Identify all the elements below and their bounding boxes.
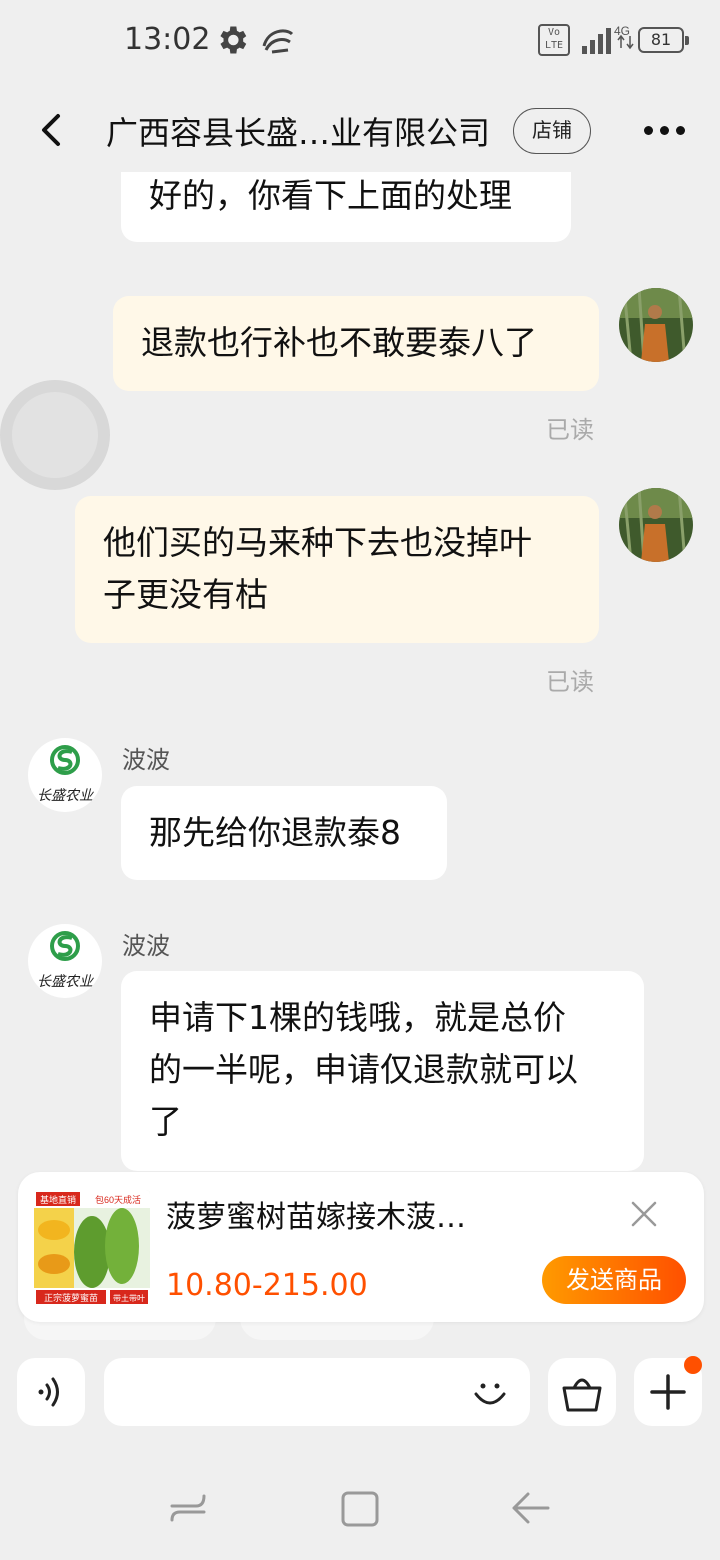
volte-icon: Vo LTE: [538, 24, 570, 56]
shop-logo-icon: 长盛农业: [37, 931, 94, 990]
thumb-tag: 包60天成活: [95, 1194, 141, 1205]
voice-icon: [38, 1377, 59, 1407]
message-line: 子更没有枯: [103, 575, 268, 614]
send-product-button[interactable]: 发送商品: [542, 1256, 686, 1304]
more-icon[interactable]: [640, 116, 690, 144]
network-type: 4G: [614, 24, 630, 38]
emoji-icon[interactable]: [470, 1372, 510, 1412]
message-line: 他们买的马来种下去也没掉叶: [103, 523, 532, 562]
gear-icon: [220, 26, 247, 54]
status-time: 13:02: [124, 22, 211, 57]
message-bubble[interactable]: 好的，你看下上面的处理: [121, 172, 571, 242]
message-line: 了: [149, 1102, 182, 1141]
message-line: 的一半呢，申请仅退款就可以: [149, 1050, 578, 1089]
volte-text: Vo LTE: [544, 27, 564, 51]
message-line: 申请下1棵的钱哦，就是总价: [149, 998, 566, 1037]
floating-assistant-ball[interactable]: [0, 380, 110, 490]
message-bubble[interactable]: 退款也行补也不敢要泰八了: [113, 296, 599, 391]
message-input[interactable]: [104, 1358, 530, 1426]
system-nav-bar: [0, 1456, 720, 1560]
back-icon[interactable]: [32, 108, 72, 152]
product-price: 10.80-215.00: [166, 1268, 368, 1303]
product-thumbnail[interactable]: 基地直销 包60天成活 正宗菠萝蜜苗 带土带叶: [34, 1190, 150, 1306]
avatar[interactable]: 长盛农业: [28, 738, 102, 812]
battery-icon: 81: [638, 27, 689, 53]
back-nav-icon[interactable]: [508, 1486, 552, 1530]
message-bubble[interactable]: 那先给你退款泰8: [121, 786, 447, 880]
message-bubble[interactable]: 申请下1棵的钱哦，就是总价 的一半呢，申请仅退款就可以 了: [121, 971, 644, 1171]
jackfruit-image: 基地直销 包60天成活 正宗菠萝蜜苗 带土带叶: [34, 1190, 150, 1306]
shop-logo-text: 长盛农业: [37, 974, 94, 990]
sender-name: 波波: [122, 932, 170, 960]
close-icon[interactable]: [628, 1198, 660, 1230]
avatar[interactable]: [619, 288, 693, 362]
chat-header: 广西容县长盛…业有限公司 店铺: [0, 90, 720, 172]
shopping-bag-icon: [562, 1378, 602, 1412]
message-bubble[interactable]: 他们买的马来种下去也没掉叶 子更没有枯: [75, 496, 599, 643]
shop-logo-text: 长盛农业: [37, 788, 94, 804]
read-status: 已读: [546, 416, 594, 444]
user-avatar-image: [619, 288, 693, 362]
battery-level: 81: [650, 30, 672, 49]
status-bar: 13:02 Vo LTE 4G 81: [0, 0, 720, 84]
product-card[interactable]: 基地直销 包60天成活 正宗菠萝蜜苗 带土带叶 菠萝蜜树苗嫁接木菠… 10.80…: [18, 1172, 704, 1322]
thumb-tag: 正宗菠萝蜜苗: [44, 1292, 98, 1303]
avatar[interactable]: 长盛农业: [28, 924, 102, 998]
home-icon[interactable]: [338, 1486, 382, 1530]
voice-button[interactable]: [17, 1358, 85, 1426]
shop-title: 广西容县长盛…业有限公司: [106, 114, 491, 152]
sender-name: 波波: [122, 746, 170, 774]
read-status: 已读: [546, 668, 594, 696]
shop-logo-icon: 长盛农业: [37, 745, 94, 804]
recents-icon[interactable]: [166, 1486, 210, 1530]
message-line: 退款也行补也不敢要泰八了: [141, 323, 537, 362]
message-line: 那先给你退款泰8: [149, 813, 401, 852]
avatar[interactable]: [619, 488, 693, 562]
product-name[interactable]: 菠萝蜜树苗嫁接木菠…: [166, 1192, 466, 1236]
signal-icon: 4G: [582, 24, 634, 54]
thumb-tag: 基地直销: [40, 1194, 76, 1205]
product-picker-button[interactable]: [548, 1358, 616, 1426]
shop-button[interactable]: 店铺: [513, 108, 591, 154]
thumb-tag: 带土带叶: [113, 1293, 145, 1303]
user-avatar-image: [619, 488, 693, 562]
app-notification-icon: [262, 29, 294, 54]
notification-dot: [684, 1356, 702, 1374]
message-line: 好的，你看下上面的处理: [149, 176, 512, 215]
